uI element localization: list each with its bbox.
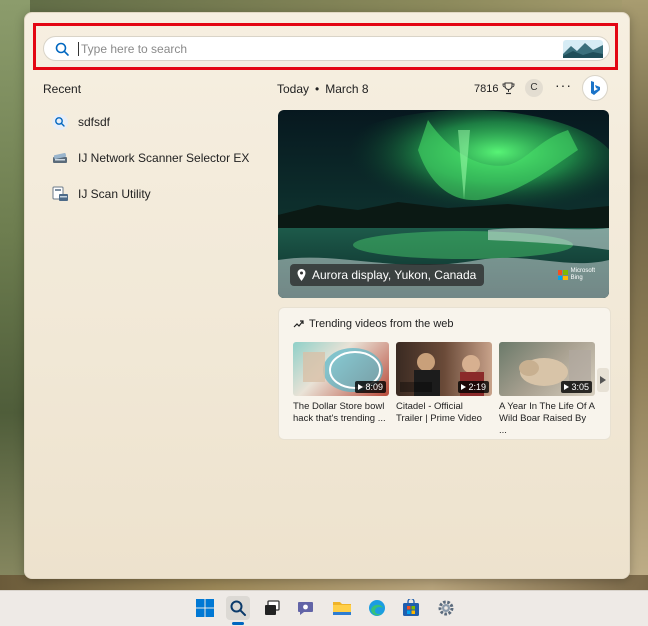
edge-icon	[369, 600, 385, 616]
settings-button[interactable]	[434, 596, 458, 620]
windows-logo-icon	[196, 599, 214, 617]
hero-caption-text: Aurora display, Yukon, Canada	[312, 268, 477, 282]
today-label: Today	[277, 82, 310, 96]
trending-arrow-icon	[293, 320, 304, 328]
video-thumbnail: 2:19	[396, 342, 492, 396]
store-icon	[403, 599, 419, 616]
video-duration: 8:09	[355, 381, 386, 393]
video-thumbnail: 3:05	[499, 342, 595, 396]
task-view-icon	[265, 600, 280, 615]
video-title-line-2: hack that's trending ...	[293, 413, 386, 424]
carousel-next-button[interactable]	[597, 368, 609, 392]
scanner-network-icon	[53, 152, 67, 163]
video-title-line-2: Wild Boar Raised By ...	[499, 413, 587, 436]
microsoft-bing-logo: Microsoft Bing	[557, 268, 595, 282]
hero-image-card[interactable]: Aurora display, Yukon, Canada Microsoft …	[278, 110, 609, 298]
video-title-line-1: A Year In The Life Of A	[499, 401, 595, 412]
chevron-right-icon	[600, 376, 606, 384]
separator-dot: •	[315, 82, 320, 96]
video-title: A Year In The Life Of A Wild Boar Raised…	[499, 401, 595, 437]
location-pin-icon	[297, 269, 306, 281]
recent-item-sdfsdf[interactable]: sdfsdf	[51, 113, 110, 131]
microsoft-logo-icon	[557, 270, 568, 280]
video-duration: 3:05	[561, 381, 592, 393]
video-item-citadel[interactable]: 2:19 Citadel - Official Trailer | Prime …	[396, 342, 492, 425]
taskbar-search-button[interactable]	[226, 596, 250, 620]
rewards-points[interactable]: 7816	[474, 82, 515, 95]
search-icon	[230, 600, 246, 616]
gear-icon	[438, 600, 454, 616]
points-value: 7816	[474, 82, 499, 95]
trending-videos-card: Trending videos from the web 8:09 The Do…	[278, 307, 611, 440]
recent-item-label: sdfsdf	[78, 115, 111, 129]
bing-icon	[591, 81, 600, 95]
search-icon	[55, 42, 69, 56]
video-title-line-1: Citadel - Official	[396, 401, 463, 412]
scan-utility-icon	[52, 186, 68, 201]
start-button[interactable]	[193, 596, 217, 620]
search-panel: Recent sdfsdf IJ Network Scanner Selecto…	[24, 12, 630, 579]
edge-browser-button[interactable]	[365, 596, 389, 620]
search-highlight-illustration-icon[interactable]	[563, 39, 603, 58]
recent-item-ij-network-scanner[interactable]: IJ Network Scanner Selector EX	[51, 149, 249, 167]
task-view-button[interactable]	[260, 596, 284, 620]
video-title-line-2: Trailer | Prime Video	[396, 413, 482, 424]
search-icon	[52, 114, 68, 130]
bing-button[interactable]	[582, 75, 608, 101]
search-input[interactable]	[79, 41, 563, 56]
recent-item-ij-scan-utility[interactable]: IJ Scan Utility	[51, 185, 151, 203]
folder-icon	[333, 602, 351, 615]
video-duration: 2:19	[458, 381, 489, 393]
more-options-button[interactable]: ···	[555, 77, 572, 93]
hero-caption[interactable]: Aurora display, Yukon, Canada	[290, 264, 485, 286]
recent-item-label: IJ Scan Utility	[78, 187, 151, 201]
trending-title-text: Trending videos from the web	[309, 318, 454, 330]
trending-title: Trending videos from the web	[293, 318, 454, 330]
taskbar	[0, 590, 648, 626]
video-item-wild-boar[interactable]: 3:05 A Year In The Life Of A Wild Boar R…	[499, 342, 595, 437]
video-item-dollar-store[interactable]: 8:09 The Dollar Store bowl hack that's t…	[293, 342, 389, 425]
today-date: March 8	[325, 82, 369, 96]
video-title-line-1: The Dollar Store bowl	[293, 401, 385, 412]
search-box[interactable]	[43, 36, 610, 61]
brand-line-1: Microsoft	[570, 268, 595, 274]
video-title: Citadel - Official Trailer | Prime Video	[396, 401, 492, 425]
today-header: Today • March 8	[277, 82, 369, 96]
video-title: The Dollar Store bowl hack that's trendi…	[293, 401, 389, 425]
trophy-icon	[503, 82, 515, 95]
avatar[interactable]: C	[525, 79, 543, 97]
recent-item-label: IJ Network Scanner Selector EX	[78, 151, 250, 165]
teams-chat-icon	[298, 602, 313, 615]
chat-button[interactable]	[294, 596, 318, 620]
recent-title: Recent	[43, 82, 82, 96]
file-explorer-button[interactable]	[330, 596, 354, 620]
video-thumbnail: 8:09	[293, 342, 389, 396]
brand-line-2: Bing	[570, 275, 583, 281]
microsoft-store-button[interactable]	[399, 596, 423, 620]
